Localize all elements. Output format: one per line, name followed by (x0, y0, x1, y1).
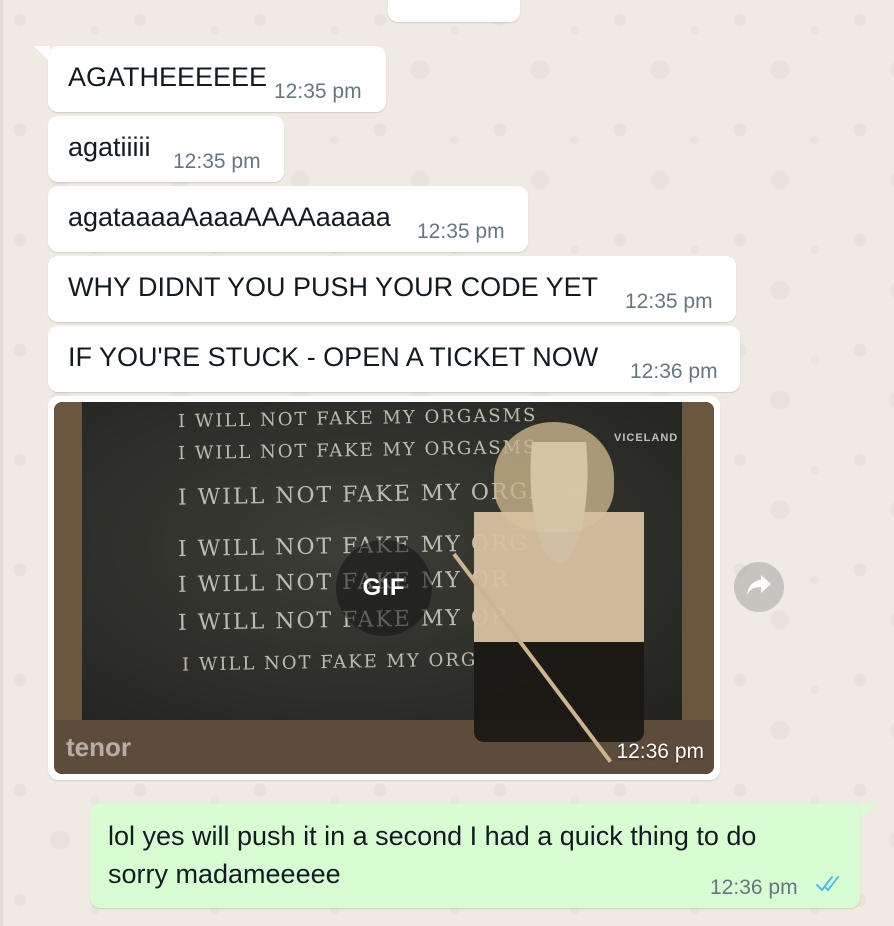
message-time: 12:35 pm (417, 220, 505, 243)
chalk-line: I WILL NOT FAKE MY ORG (181, 649, 478, 676)
incoming-message[interactable]: WHY DIDNT YOU PUSH YOUR CODE YET 12:35 p… (48, 256, 736, 322)
bubble-tail (860, 804, 876, 820)
message-text: agataaaaAaaaAAAAaaaaa (68, 202, 391, 232)
message-text-line: sorry madameeeee (108, 859, 341, 889)
tenor-watermark: tenor (66, 732, 131, 762)
chalk-line: I WILL NOT FAKE MY ORGASMS (177, 404, 538, 433)
message-text: agatiiiii (68, 132, 151, 162)
double-check-read-icon (815, 874, 845, 899)
message-time: 12:35 pm (274, 80, 362, 103)
message-time: 12:36 pm (616, 740, 704, 763)
message-time: 12:36 pm (710, 876, 798, 899)
gif-play-button[interactable]: GIF (336, 540, 432, 636)
message-text: WHY DIDNT YOU PUSH YOUR CODE YET (68, 272, 599, 302)
incoming-message[interactable]: AGATHEEEEEE 12:35 pm (48, 46, 386, 112)
message-text: IF YOU'RE STUCK - OPEN A TICKET NOW (68, 342, 599, 372)
previous-message-bubble[interactable] (388, 0, 520, 22)
forward-button[interactable] (734, 562, 784, 612)
incoming-message[interactable]: agataaaaAaaaAAAAaaaaa 12:35 pm (48, 186, 528, 252)
gif-thumbnail[interactable]: I WILL NOT FAKE MY ORGASMS I WILL NOT FA… (54, 402, 714, 774)
message-text-line: lol yes will push it in a second I had a… (108, 821, 757, 851)
outgoing-message[interactable]: lol yes will push it in a second I had a… (90, 804, 860, 908)
channel-logo: VICELAND (614, 432, 679, 444)
message-time: 12:35 pm (173, 150, 261, 173)
forward-icon (746, 574, 772, 601)
message-text: AGATHEEEEEE (68, 62, 268, 92)
message-time: 12:36 pm (630, 360, 718, 383)
incoming-message[interactable]: agatiiiii 12:35 pm (48, 116, 284, 182)
message-time: 12:35 pm (625, 290, 713, 313)
incoming-message[interactable]: IF YOU'RE STUCK - OPEN A TICKET NOW 12:3… (48, 326, 740, 392)
pane-divider (0, 0, 3, 926)
gif-badge-label: GIF (362, 574, 406, 601)
